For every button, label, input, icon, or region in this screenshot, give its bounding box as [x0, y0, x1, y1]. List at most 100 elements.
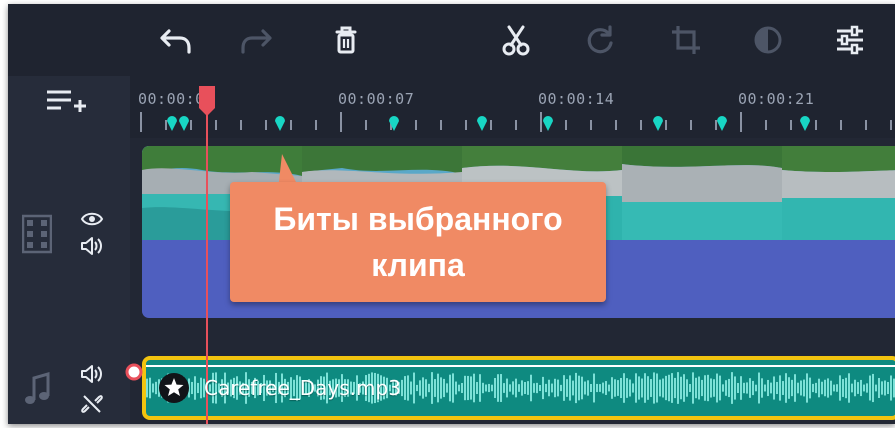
time-ruler[interactable]: 00:00:00 00:00:07 00:00:14 00:00:21 — [130, 76, 895, 138]
eye-icon — [80, 212, 104, 226]
waveform-bar — [605, 381, 607, 395]
waveform-bar — [524, 382, 526, 394]
waveform-bar — [806, 373, 808, 403]
waveform-bar — [542, 376, 544, 400]
waveform-bar — [629, 379, 631, 397]
cut-button[interactable] — [496, 20, 536, 60]
waveform-bar — [650, 379, 652, 397]
beat-marker[interactable] — [716, 114, 728, 132]
star-icon — [159, 373, 189, 403]
beats-callout: Биты выбранного клипа — [230, 182, 606, 302]
music-note-icon — [25, 372, 50, 404]
timeline-editor: 00:00:00 00:00:07 00:00:14 00:00:21 Care… — [8, 4, 895, 424]
waveform-bar — [800, 380, 802, 396]
waveform-bar — [773, 376, 775, 400]
waveform-bar — [506, 378, 508, 398]
ruler-label: 00:00:14 — [538, 90, 615, 108]
ruler-tick — [315, 120, 317, 130]
video-mute-toggle[interactable] — [80, 236, 104, 260]
waveform-bar — [851, 383, 853, 393]
waveform-bar — [770, 382, 772, 394]
waveform-bar — [701, 379, 703, 397]
waveform-bar — [704, 375, 706, 401]
waveform-bar — [500, 374, 502, 402]
redo-icon — [241, 29, 272, 54]
beat-marker[interactable] — [388, 114, 400, 132]
waveform-bar — [719, 375, 721, 401]
waveform-bar — [614, 379, 616, 397]
clip-properties-button[interactable] — [830, 20, 870, 60]
trash-icon — [335, 26, 357, 54]
add-track-icon — [47, 90, 86, 112]
waveform-bar — [689, 384, 691, 392]
beat-marker[interactable] — [542, 114, 554, 132]
waveform-bar — [443, 378, 445, 398]
beat-marker[interactable] — [166, 114, 178, 132]
waveform-bar — [824, 379, 826, 397]
audio-volume-point[interactable] — [124, 362, 144, 382]
ruler-tick — [740, 112, 742, 132]
waveform-bar — [818, 378, 820, 398]
favorite-badge[interactable] — [158, 372, 190, 408]
beat-marker[interactable] — [476, 114, 488, 132]
waveform-bar — [791, 379, 793, 397]
ruler-tick — [615, 120, 617, 130]
waveform-bar — [746, 382, 748, 394]
audio-unlink-toggle[interactable] — [80, 392, 104, 420]
waveform-bar — [473, 373, 475, 403]
audio-clip[interactable]: Carefree_Days.mp3 — [142, 356, 895, 420]
waveform-bar — [455, 381, 457, 395]
waveform-bar — [446, 383, 448, 393]
waveform-bar — [620, 377, 622, 399]
waveform-bar — [647, 376, 649, 400]
waveform-bar — [758, 372, 760, 404]
beat-marker[interactable] — [178, 114, 190, 132]
crop-icon — [672, 26, 700, 54]
waveform-bar — [836, 384, 838, 392]
waveform-bar — [842, 379, 844, 397]
waveform-bar — [737, 382, 739, 394]
beat-marker[interactable] — [799, 114, 811, 132]
waveform-bar — [569, 375, 571, 401]
sliders-icon — [837, 25, 863, 55]
ruler-tick — [790, 120, 792, 130]
waveform-bar — [794, 374, 796, 402]
waveform-bar — [866, 383, 868, 393]
waveform-bar — [497, 374, 499, 402]
color-adjust-button[interactable] — [748, 20, 788, 60]
waveform-bar — [596, 383, 598, 393]
waveform-bar — [149, 377, 151, 399]
playhead-handle[interactable] — [197, 84, 217, 118]
rotate-button[interactable] — [580, 20, 620, 60]
crop-button[interactable] — [666, 20, 706, 60]
callout-line: Биты выбранного — [273, 201, 563, 237]
rotate-icon — [587, 25, 613, 54]
video-visibility-toggle[interactable] — [80, 210, 104, 232]
waveform-bar — [197, 382, 199, 394]
undo-button[interactable] — [156, 20, 196, 60]
timeline-toolbar — [8, 4, 895, 76]
ruler-tick — [565, 120, 567, 130]
waveform-bar — [590, 383, 592, 393]
waveform-bar — [668, 374, 670, 402]
ruler-tick — [515, 120, 517, 130]
waveform-bar — [584, 381, 586, 395]
add-track-button[interactable] — [44, 86, 88, 122]
video-track-handle[interactable] — [21, 214, 53, 258]
delete-button[interactable] — [326, 20, 366, 60]
audio-mute-toggle[interactable] — [80, 364, 104, 388]
waveform-bar — [572, 380, 574, 396]
waveform-bar — [731, 372, 733, 404]
waveform-bar — [782, 381, 784, 395]
audio-track-handle[interactable] — [24, 372, 52, 412]
waveform-bar — [530, 374, 532, 402]
waveform-bar — [593, 373, 595, 403]
waveform-bar — [512, 381, 514, 395]
waveform-bar — [407, 375, 409, 401]
waveform-bar — [863, 384, 865, 392]
waveform-bar — [677, 372, 679, 404]
beat-marker[interactable] — [652, 114, 664, 132]
waveform-bar — [440, 377, 442, 399]
redo-button[interactable] — [236, 20, 276, 60]
beat-marker[interactable] — [274, 114, 286, 132]
